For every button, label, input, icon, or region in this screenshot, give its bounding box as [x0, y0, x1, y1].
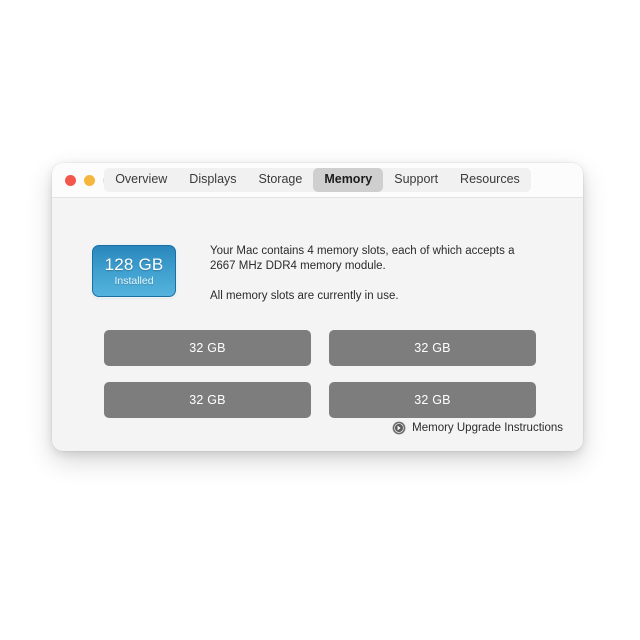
circle-arrow-right-icon	[392, 421, 406, 435]
about-this-mac-window: Overview Displays Storage Memory Support…	[52, 163, 583, 451]
tab-overview[interactable]: Overview	[104, 168, 178, 192]
description-paragraph-2: All memory slots are currently in use.	[210, 290, 399, 302]
installed-memory-badge: 128 GB Installed	[92, 245, 176, 297]
tab-storage[interactable]: Storage	[248, 168, 314, 192]
tab-bar: Overview Displays Storage Memory Support…	[52, 168, 583, 192]
memory-slot-label: 32 GB	[189, 393, 226, 407]
memory-upgrade-instructions-label: Memory Upgrade Instructions	[412, 422, 563, 434]
memory-slot[interactable]: 32 GB	[104, 382, 311, 418]
memory-slot-label: 32 GB	[189, 341, 226, 355]
installed-memory-size: 128 GB	[104, 254, 164, 274]
window-titlebar: Overview Displays Storage Memory Support…	[52, 163, 583, 198]
tab-displays[interactable]: Displays	[178, 168, 247, 192]
memory-pane: 128 GB Installed Your Mac contains 4 mem…	[52, 198, 583, 451]
memory-slot[interactable]: 32 GB	[329, 382, 536, 418]
tab-memory[interactable]: Memory	[313, 168, 384, 192]
memory-description: Your Mac contains 4 memory slots, each o…	[210, 244, 520, 304]
segmented-control: Overview Displays Storage Memory Support…	[104, 168, 531, 192]
memory-slot-grid: 32 GB 32 GB 32 GB 32 GB	[104, 330, 536, 418]
installed-memory-status: Installed	[114, 274, 154, 287]
memory-slot[interactable]: 32 GB	[329, 330, 536, 366]
memory-slot-label: 32 GB	[414, 393, 451, 407]
minimize-button[interactable]	[84, 174, 95, 186]
memory-upgrade-instructions-link[interactable]: Memory Upgrade Instructions	[392, 421, 563, 435]
memory-slot[interactable]: 32 GB	[104, 330, 311, 366]
close-button[interactable]	[65, 174, 76, 186]
tab-resources[interactable]: Resources	[449, 168, 531, 192]
description-paragraph-1: Your Mac contains 4 memory slots, each o…	[210, 245, 515, 272]
memory-slot-label: 32 GB	[414, 341, 451, 355]
tab-support[interactable]: Support	[383, 168, 449, 192]
